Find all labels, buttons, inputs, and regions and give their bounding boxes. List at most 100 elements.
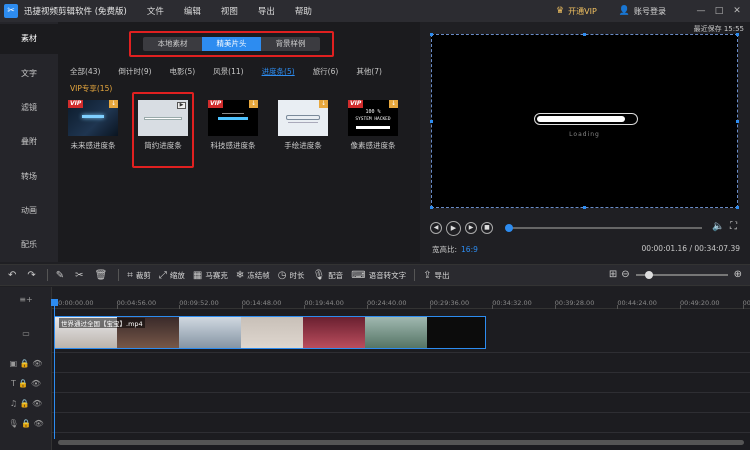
ruler-tick xyxy=(617,305,619,309)
freeze-label: 冻结帧 xyxy=(247,270,270,280)
template-item-selected[interactable]: ▶ 简约进度条 xyxy=(132,92,194,168)
nav-text[interactable]: 文字 xyxy=(0,59,58,89)
mosaic-button[interactable]: ▦ 马赛克 xyxy=(193,270,228,281)
resize-handle[interactable] xyxy=(736,120,739,123)
undo-button[interactable]: ↶ xyxy=(8,270,19,281)
stop-icon[interactable]: ■ xyxy=(481,222,493,234)
nav-material[interactable]: 素材 xyxy=(0,24,58,54)
cut-icon: ✂ xyxy=(75,269,84,281)
resize-handle[interactable] xyxy=(736,33,739,36)
category-movie[interactable]: 电影(5) xyxy=(170,66,196,77)
material-panel: 本地素材 精美片头 背景样例 全部(43) 倒计时(9) 电影(5) 风景(11… xyxy=(58,22,420,262)
menu-export[interactable]: 导出 xyxy=(258,5,275,17)
speech-to-text-label: 语音转文字 xyxy=(368,270,407,280)
category-travel[interactable]: 旅行(6) xyxy=(313,66,339,77)
close-button[interactable]: ✕ xyxy=(730,6,744,16)
resize-handle[interactable] xyxy=(430,206,433,209)
category-countdown[interactable]: 倒计时(9) xyxy=(118,66,151,77)
vip-badge: VIP xyxy=(208,100,224,108)
zoom-label: 缩放 xyxy=(169,270,185,280)
voiceover-button[interactable]: 🎙 配音 xyxy=(312,270,343,281)
timeline: ≡+ ▭ ▣ 🔒 👁 T 🔒 👁 ♫ 🔒 👁 🎙 🔒 👁 00:00:00.00… xyxy=(0,287,750,450)
template-item[interactable]: 100 % SYSTEM HACKED VIP ↓ 像素感进度条 xyxy=(346,100,400,151)
preview-icon: ▶ xyxy=(177,102,186,109)
add-track-icon[interactable]: ≡+ xyxy=(0,289,52,309)
prev-frame-icon[interactable]: ◀ xyxy=(430,222,442,234)
fullscreen-icon[interactable]: ⛶ xyxy=(730,221,737,232)
crop-button[interactable]: ⌗ 裁剪 xyxy=(127,270,151,281)
template-item[interactable]: VIP ↓ 科技感进度条 xyxy=(206,100,260,151)
playhead[interactable] xyxy=(54,299,55,439)
text-track[interactable] xyxy=(52,373,750,393)
speech-to-text-button[interactable]: ⌨ 语音转文字 xyxy=(351,270,406,281)
voice-track[interactable] xyxy=(52,413,750,433)
resize-handle[interactable] xyxy=(736,206,739,209)
resize-handle[interactable] xyxy=(430,120,433,123)
resize-handle[interactable] xyxy=(430,33,433,36)
freeze-frame-button[interactable]: ❄ 冻结帧 xyxy=(236,270,270,281)
nav-overlay[interactable]: 叠附 xyxy=(0,127,58,157)
timeline-scrollbar[interactable] xyxy=(58,440,744,445)
redo-button[interactable]: ↷ xyxy=(27,270,38,281)
pip-track[interactable] xyxy=(52,353,750,373)
aspect-ratio-value[interactable]: 16:9 xyxy=(461,245,478,254)
nav-music[interactable]: 配乐 xyxy=(0,230,58,260)
time-ruler[interactable]: 00:00:00.00 00:04:56.00 00:09:52.00 00:14:4… xyxy=(52,287,750,309)
ruler-tick xyxy=(429,305,431,309)
ruler-tick-label: 00:14:48.00 xyxy=(241,299,282,307)
app-logo-icon: ✂ xyxy=(4,4,18,18)
open-vip-button[interactable]: ♛ 开通VIP xyxy=(556,6,597,17)
edit-button[interactable]: ✎ xyxy=(56,270,67,281)
category-other[interactable]: 其他(7) xyxy=(356,66,382,77)
category-all[interactable]: 全部(43) xyxy=(70,66,100,77)
zoom-slider-knob[interactable] xyxy=(644,270,653,279)
loading-bar-fill xyxy=(537,116,625,122)
tab-background-samples[interactable]: 背景样例 xyxy=(261,37,320,51)
export-button[interactable]: ⇪ 导出 xyxy=(423,270,449,281)
minimize-button[interactable]: — xyxy=(694,6,708,16)
download-icon: ↓ xyxy=(389,100,398,108)
video-clip[interactable]: 世界通过全国【宝宝】.mp4 xyxy=(54,316,486,349)
delete-button[interactable]: 🗑 xyxy=(95,270,111,281)
template-item[interactable]: ↓ 手绘进度条 xyxy=(276,100,330,151)
tab-intro-templates[interactable]: 精美片头 xyxy=(202,37,261,51)
zoom-out-icon[interactable]: ⊖ xyxy=(621,269,629,280)
ruler-tick xyxy=(492,305,494,309)
split-button[interactable]: ✂ xyxy=(75,270,86,281)
template-item[interactable]: VIP ↓ 未来感进度条 xyxy=(66,100,120,151)
video-track[interactable]: 世界通过全国【宝宝】.mp4 xyxy=(52,313,750,353)
volume-icon[interactable]: 🔈 xyxy=(712,221,724,232)
nav-transition[interactable]: 转场 xyxy=(0,162,58,192)
login-button[interactable]: 👤 账号登录 xyxy=(619,6,666,17)
ruler-tick-label: 00:44:24.00 xyxy=(617,299,657,307)
preview-screen[interactable]: Loading xyxy=(430,33,739,209)
template-caption: 像素感进度条 xyxy=(350,141,396,150)
resize-handle[interactable] xyxy=(583,33,586,36)
fit-timeline-icon[interactable]: ⊞ xyxy=(609,269,617,280)
play-icon[interactable]: ▶ xyxy=(446,220,461,236)
edit-icon: ✎ xyxy=(55,269,65,281)
playback-time: 00:00:01.16 / 00:34:07.39 xyxy=(641,244,740,253)
category-progress-bar[interactable]: 进度条(5) xyxy=(262,66,295,77)
next-frame-icon[interactable]: ▶ xyxy=(465,222,477,234)
menu-file[interactable]: 文件 xyxy=(147,5,164,17)
nav-filter[interactable]: 滤镜 xyxy=(0,93,58,123)
music-track-icon: ♫ 🔒 👁 xyxy=(9,398,43,408)
zoom-slider[interactable] xyxy=(635,270,728,279)
menu-edit[interactable]: 编辑 xyxy=(184,5,201,17)
duration-button[interactable]: ◷ 时长 xyxy=(278,270,305,281)
zoom-icon: ⤢ xyxy=(158,269,167,281)
maximize-button[interactable]: □ xyxy=(712,6,726,16)
zoom-button[interactable]: ⤢ 缩放 xyxy=(159,270,185,281)
playback-scrubber[interactable] xyxy=(505,224,702,232)
scrubber-knob[interactable] xyxy=(505,224,513,232)
nav-animation[interactable]: 动画 xyxy=(0,196,58,226)
music-track[interactable] xyxy=(52,393,750,413)
ruler-tick xyxy=(367,305,368,309)
tab-local-material[interactable]: 本地素材 xyxy=(143,37,202,51)
resize-handle[interactable] xyxy=(583,206,586,209)
category-scenery[interactable]: 风景(11) xyxy=(213,66,243,77)
zoom-in-icon[interactable]: ⊕ xyxy=(734,269,742,280)
menu-help[interactable]: 帮助 xyxy=(295,5,312,17)
menu-view[interactable]: 视图 xyxy=(221,5,238,17)
